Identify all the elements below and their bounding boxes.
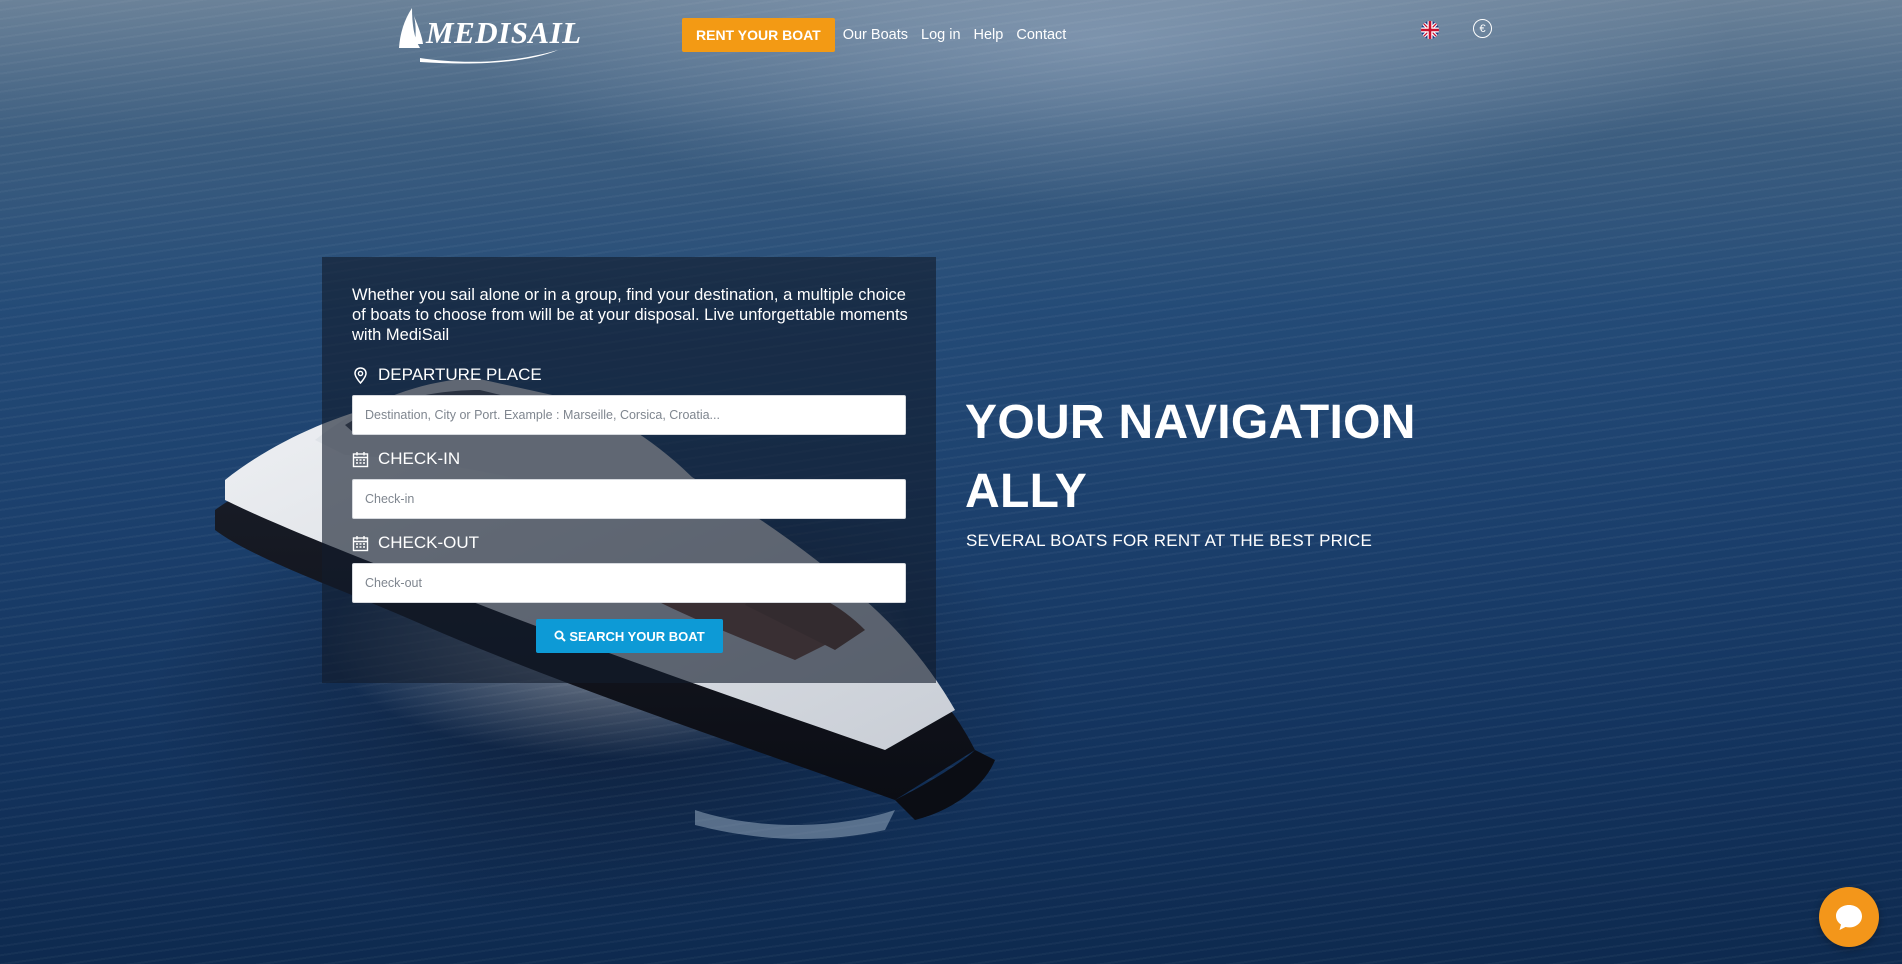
logo-text: MEDISAIL	[426, 15, 582, 50]
search-button-label: SEARCH YOUR BOAT	[569, 628, 705, 644]
nav-our-boats[interactable]: Our Boats	[843, 27, 908, 43]
main-nav: RENT YOUR BOAT Our Boats Log in Help Con…	[682, 18, 1066, 52]
checkout-label: CHECK-OUT	[352, 533, 479, 553]
calendar-icon	[352, 535, 369, 551]
hero-title: YOUR NAVIGATION ALLY	[965, 396, 1416, 518]
search-your-boat-button[interactable]: SEARCH YOUR BOAT	[536, 619, 723, 653]
currency-selector[interactable]: €	[1473, 19, 1492, 38]
checkin-label: CHECK-IN	[352, 449, 460, 469]
sail-icon	[399, 8, 423, 48]
sea-background	[0, 0, 1902, 964]
map-pin-icon	[354, 366, 367, 384]
checkin-input[interactable]	[352, 479, 906, 519]
nav-help[interactable]: Help	[974, 27, 1004, 43]
nav-log-in[interactable]: Log in	[921, 27, 961, 43]
nav-contact[interactable]: Contact	[1016, 27, 1066, 43]
chat-button[interactable]	[1819, 887, 1879, 947]
checkout-label-text: CHECK-OUT	[378, 533, 480, 552]
panel-intro-text: Whether you sail alone or in a group, fi…	[352, 286, 908, 344]
medisail-logo[interactable]: MEDISAIL	[398, 8, 582, 64]
logo-swoosh	[420, 50, 558, 64]
chat-bubble-icon	[1836, 905, 1862, 930]
departure-label: DEPARTURE PLACE	[352, 365, 542, 385]
checkin-label-text: CHECK-IN	[378, 449, 461, 468]
uk-flag-icon[interactable]	[1421, 21, 1439, 39]
search-icon	[554, 630, 567, 642]
departure-label-text: DEPARTURE PLACE	[378, 365, 542, 384]
rent-your-boat-button[interactable]: RENT YOUR BOAT	[682, 18, 835, 52]
search-panel: Whether you sail alone or in a group, fi…	[322, 257, 936, 683]
hero-subtitle: SEVERAL BOATS FOR RENT AT THE BEST PRICE	[966, 531, 1373, 550]
checkout-input[interactable]	[352, 563, 906, 603]
calendar-icon	[352, 451, 369, 467]
departure-input[interactable]	[352, 395, 906, 435]
